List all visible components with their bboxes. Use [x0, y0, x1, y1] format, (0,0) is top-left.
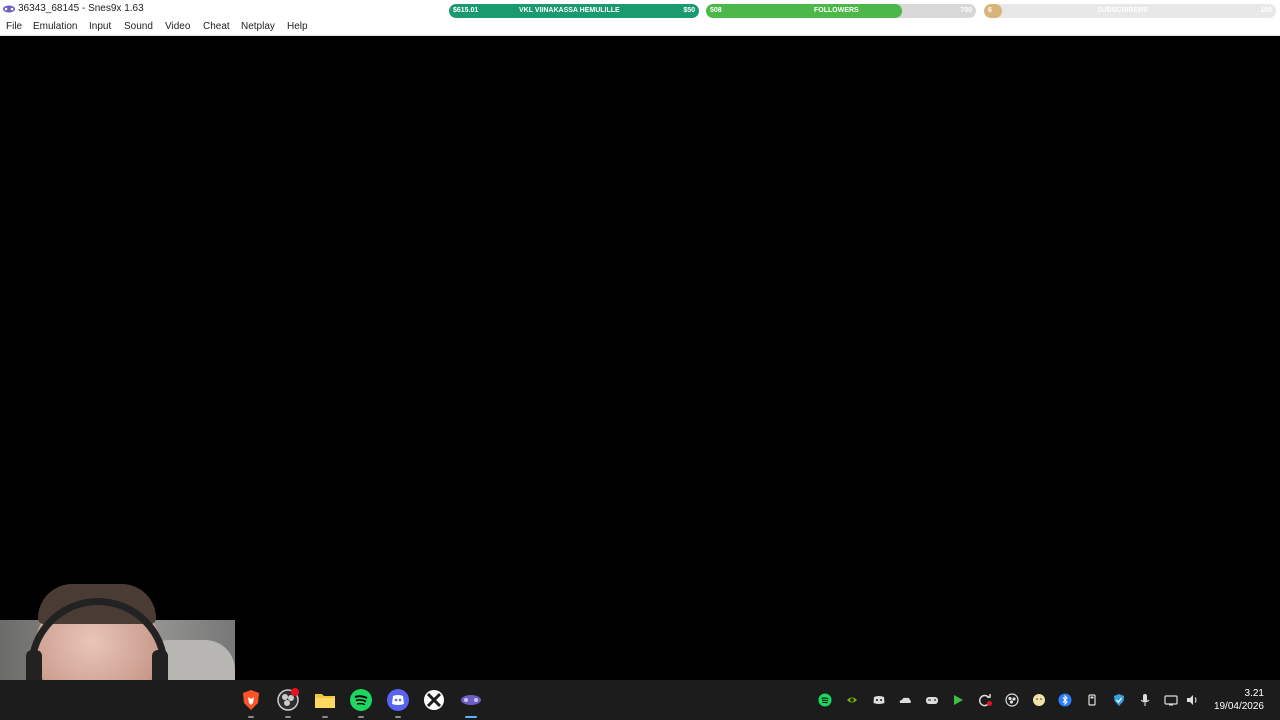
nvidia-icon[interactable]: [845, 693, 859, 707]
face-icon[interactable]: [1032, 693, 1046, 707]
followers-goal-fill: [706, 4, 903, 18]
subscribers-target: 100: [1260, 7, 1272, 14]
followers-current: 508: [710, 7, 722, 14]
bluetooth-icon[interactable]: [1058, 693, 1072, 707]
volume-icon[interactable]: [1185, 693, 1199, 707]
window-title: 36343_68145 - Snes9x 1.63: [18, 3, 144, 14]
subscribers-current: 6: [988, 7, 992, 14]
subscribers-goal-fill: [984, 4, 1002, 18]
file-explorer-icon[interactable]: [313, 688, 337, 718]
taskbar: [0, 680, 1280, 720]
mic-icon[interactable]: [1138, 693, 1152, 707]
snes9x-icon[interactable]: [459, 688, 483, 718]
menu-netplay[interactable]: Netplay: [241, 21, 275, 32]
running-indicator: [358, 716, 364, 718]
subscribers-label: SUBSCRIBERS: [1097, 7, 1148, 14]
obs-icon[interactable]: [276, 688, 300, 718]
obs-icon[interactable]: [1005, 693, 1019, 707]
active-indicator: [465, 716, 477, 718]
running-indicator: [285, 716, 291, 718]
followers-label: FOLLOWERS: [814, 7, 859, 14]
menu-file[interactable]: File: [6, 21, 22, 32]
running-indicator: [395, 716, 401, 718]
menu-sound[interactable]: Sound: [124, 21, 153, 32]
running-indicator: [248, 716, 254, 718]
discord-icon[interactable]: [386, 688, 410, 718]
menu-bar: File Emulation Input Sound Video Cheat N…: [0, 19, 1280, 36]
brave-icon[interactable]: [239, 688, 263, 718]
shield-icon[interactable]: [1112, 693, 1126, 707]
menu-cheat[interactable]: Cheat: [203, 21, 230, 32]
discord-icon[interactable]: [872, 693, 886, 707]
onedrive-icon[interactable]: [898, 693, 912, 707]
donation-target: $50: [683, 7, 695, 14]
followers-target: 700: [960, 7, 972, 14]
spotify-icon[interactable]: [818, 693, 832, 707]
donation-goal-bar: $615.01 VKL VIINAKASSA HEMULILLE $50: [449, 4, 699, 18]
subscribers-goal-bar: 6 SUBSCRIBERS 100: [984, 4, 1276, 18]
donation-current: $615.01: [453, 7, 479, 14]
xbox-icon[interactable]: [422, 688, 446, 712]
controller-icon[interactable]: [925, 693, 939, 707]
followers-goal-bar: 508 FOLLOWERS 700: [706, 4, 976, 18]
clock-date[interactable]: 19/04/2026: [1200, 701, 1264, 712]
menu-emulation[interactable]: Emulation: [33, 21, 77, 32]
network-icon[interactable]: [1164, 693, 1178, 707]
menu-video[interactable]: Video: [165, 21, 190, 32]
clock-time[interactable]: 3.21: [1210, 688, 1264, 699]
spotify-icon[interactable]: [349, 688, 373, 718]
menu-help[interactable]: Help: [287, 21, 308, 32]
running-indicator: [322, 716, 328, 718]
usb-icon[interactable]: [1085, 693, 1099, 707]
donation-label: VKL VIINAKASSA HEMULILLE: [519, 7, 620, 14]
play-icon[interactable]: [951, 693, 965, 707]
snes9x-icon: [3, 5, 15, 13]
sync-icon[interactable]: [978, 693, 992, 707]
menu-input[interactable]: Input: [89, 21, 111, 32]
